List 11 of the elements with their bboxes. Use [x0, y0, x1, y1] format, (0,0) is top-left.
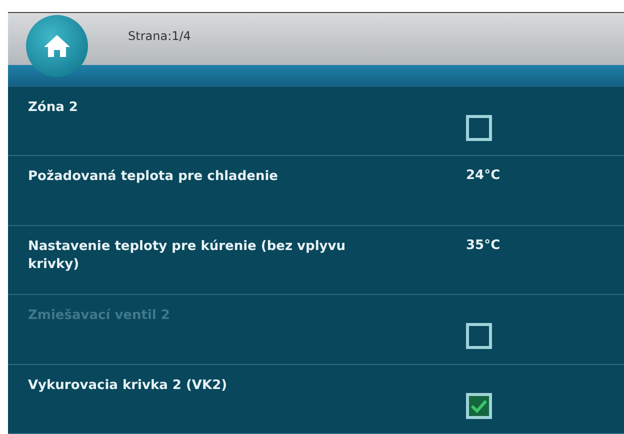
home-icon — [42, 33, 72, 59]
checkbox[interactable] — [466, 392, 492, 419]
page-indicator: Strana:1/4 — [128, 29, 191, 43]
check-icon — [471, 398, 487, 413]
checkbox[interactable] — [466, 115, 492, 141]
setting-value[interactable]: 24°C — [428, 168, 624, 184]
setting-label: Zóna 2 — [28, 99, 79, 117]
setting-label: Požadovaná teplota pre chladenie — [28, 168, 279, 186]
setting-label: Vykurovacia krivka 2 (VK2) — [28, 376, 228, 395]
setting-label: Nastavenie teploty pre kúrenie (bez vplyvu krivky) — [28, 238, 346, 274]
setting-value[interactable]: 35°C — [428, 238, 624, 253]
